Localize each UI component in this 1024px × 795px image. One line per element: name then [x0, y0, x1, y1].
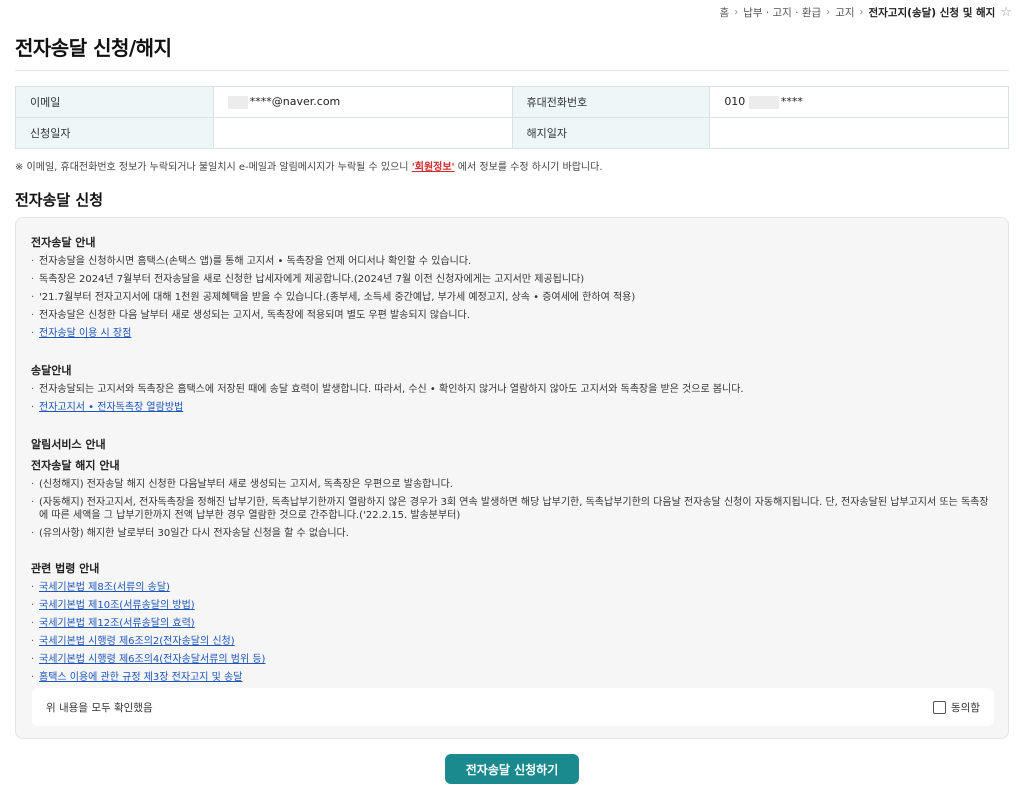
phone-value: 010 **** [709, 86, 1009, 118]
list-item: 전자송달되는 고지서와 독촉장은 홈택스에 저장된 때에 송달 효력이 발생합니… [31, 383, 993, 396]
notice-text-end: 에서 정보를 수정 하시기 바랍니다. [454, 162, 603, 173]
guide-box: 전자송달 안내 전자송달을 신청하시면 홈택스(손택스 앱)를 통해 고지서 •… [15, 217, 1009, 739]
view-method-link[interactable]: 전자고지서 • 전자독촉장 열람방법 [39, 402, 183, 413]
cancel-group: 알림서비스 안내 전자송달 해지 안내 (신청해지) 전자송달 해지 신청한 다… [31, 436, 993, 540]
list-item: 국세기본법 시행령 제6조의2(전자송달의 신청) [31, 635, 993, 648]
law-link[interactable]: 국세기본법 제8조(서류의 송달) [39, 582, 170, 593]
list-item: (신청해지) 전자송달 해지 신청한 다음날부터 새로 생성되는 고지서, 독촉… [31, 478, 993, 491]
list-item: 전자송달을 신청하시면 홈택스(손택스 앱)를 통해 고지서 • 독촉장을 언제… [31, 255, 993, 268]
submit-button[interactable]: 전자송달 신청하기 [445, 754, 579, 784]
list-item: 전자송달은 신청한 다음 날부터 새로 생성되는 고지서, 독촉장에 적용되며 … [31, 309, 993, 322]
list-item: 전자송달 이용 시 장점 [31, 327, 993, 340]
table-row: 신청일자 해지일자 [15, 117, 1009, 149]
law-link[interactable]: 국세기본법 제12조(서류송달의 효력) [39, 618, 195, 629]
title-divider [15, 70, 1009, 71]
cancel-date-label: 해지일자 [511, 117, 711, 149]
masked-block [748, 95, 779, 109]
email-text: ****@naver.com [249, 95, 341, 109]
chevron-right-icon: › [734, 7, 739, 18]
list-item: 국세기본법 제12조(서류송달의 효력) [31, 617, 993, 630]
agree-label: 동의함 [951, 701, 980, 714]
law-group: 관련 법령 안내 국세기본법 제8조(서류의 송달) 국세기본법 제10조(서류… [31, 560, 993, 684]
chevron-right-icon: › [859, 7, 864, 18]
list-item: (자동해지) 전자고지서, 전자독촉장을 정해진 납부기한, 독촉납부기한까지 … [31, 496, 993, 522]
masked-block [227, 95, 248, 109]
breadcrumb-home[interactable]: 홈 [720, 5, 730, 20]
law-link[interactable]: 국세기본법 제10조(서류송달의 방법) [39, 600, 195, 611]
breadcrumb-current: 전자고지(송달) 신청 및 해지 [868, 7, 996, 19]
breadcrumb-payment[interactable]: 납부 · 고지 · 환급 [743, 5, 821, 20]
alarm-title: 알림서비스 안내 [31, 438, 106, 451]
agree-checkbox[interactable] [933, 700, 947, 714]
benefits-link[interactable]: 전자송달 이용 시 장점 [39, 328, 131, 339]
apply-date-label: 신청일자 [15, 117, 214, 149]
intro-group: 전자송달 안내 전자송달을 신청하시면 홈택스(손택스 앱)를 통해 고지서 •… [31, 234, 993, 340]
confirm-text: 위 내용을 모두 확인했음 [46, 701, 153, 714]
law-title: 관련 법령 안내 [31, 562, 100, 575]
star-icon[interactable]: ☆ [1000, 6, 1012, 19]
member-info-link[interactable]: '회원정보' [412, 162, 455, 173]
law-link[interactable]: 국세기본법 시행령 제6조의2(전자송달의 신청) [39, 636, 235, 647]
notice-text: ※ 이메일, 휴대전화번호 정보가 누락되거나 불일치시 e-메일과 알림메시지… [15, 162, 412, 173]
list-item: 국세기본법 시행령 제6조의4(전자송달서류의 범위 등) [31, 653, 993, 666]
user-info-table: 이메일 ****@naver.com 휴대전화번호 010 **** 신청일자 … [15, 86, 1009, 149]
phone-suffix: **** [780, 95, 803, 109]
law-link[interactable]: 국세기본법 시행령 제6조의4(전자송달서류의 범위 등) [39, 654, 265, 665]
chevron-right-icon: › [826, 7, 831, 18]
list-item: 국세기본법 제8조(서류의 송달) [31, 581, 993, 594]
breadcrumb: 홈 › 납부 · 고지 · 환급 › 고지 › 전자고지(송달) 신청 및 해지… [720, 5, 1012, 20]
table-row: 이메일 ****@naver.com 휴대전화번호 010 **** [15, 86, 1009, 118]
delivery-group: 송달안내 전자송달되는 고지서와 독촉장은 홈택스에 저장된 때에 송달 효력이… [31, 362, 993, 414]
phone-label: 휴대전화번호 [511, 86, 711, 118]
breadcrumb-notice[interactable]: 고지 [835, 5, 854, 20]
cancel-date-value [709, 117, 1009, 149]
list-item: (유의사항) 해지한 날로부터 30일간 다시 전자송달 신청을 할 수 없습니… [31, 527, 993, 540]
list-item: 국세기본법 제10조(서류송달의 방법) [31, 599, 993, 612]
section-title: 전자송달 신청 [15, 191, 104, 209]
apply-date-value [212, 117, 513, 149]
email-label: 이메일 [15, 86, 214, 118]
confirm-bar: 위 내용을 모두 확인했음 동의함 [32, 688, 994, 726]
phone-prefix: 010 [724, 95, 746, 109]
law-link[interactable]: 홈택스 이용에 관한 규정 제3장 전자고지 및 송달 [39, 672, 242, 683]
page-title: 전자송달 신청/해지 [15, 36, 172, 60]
email-value: ****@naver.com [212, 86, 513, 118]
info-notice: ※ 이메일, 휴대전화번호 정보가 누락되거나 불일치시 e-메일과 알림메시지… [15, 158, 603, 173]
cancel-title: 전자송달 해지 안내 [31, 459, 120, 472]
intro-title: 전자송달 안내 [31, 236, 96, 249]
list-item: 홈택스 이용에 관한 규정 제3장 전자고지 및 송달 [31, 671, 993, 684]
list-item: 전자고지서 • 전자독촉장 열람방법 [31, 401, 993, 414]
list-item: 독촉장은 2024년 7월부터 전자송달을 새로 신청한 납세자에게 제공합니다… [31, 273, 993, 286]
agree-checkbox-label[interactable]: 동의함 [933, 700, 980, 715]
delivery-title: 송달안내 [31, 364, 72, 377]
list-item: '21.7월부터 전자고지서에 대해 1천원 공제혜택을 받을 수 있습니다.(… [31, 291, 993, 304]
